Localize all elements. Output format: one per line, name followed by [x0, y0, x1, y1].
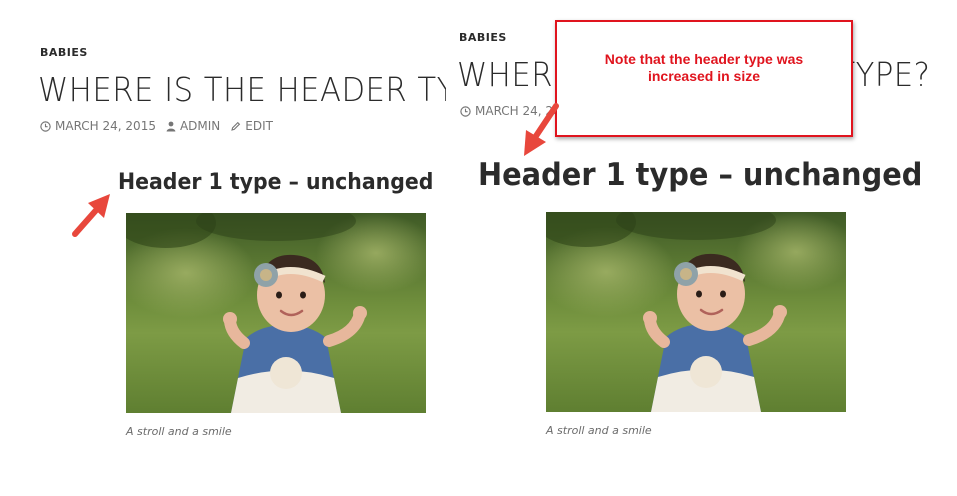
user-icon	[166, 121, 176, 131]
clock-icon	[40, 120, 51, 132]
original-post-panel: BABIES WHERE IS THE HEADER TY MARCH 24, …	[0, 0, 446, 496]
pencil-icon	[231, 121, 241, 131]
clock-icon	[460, 105, 471, 117]
arrow-icon	[72, 194, 110, 237]
edit-link-text: EDIT	[245, 119, 273, 133]
arrow-icon	[524, 103, 559, 156]
category-link[interactable]: BABIES	[459, 31, 507, 44]
header1-enlarged: Header 1 type – unchanged	[478, 157, 923, 193]
post-author-text: ADMIN	[179, 119, 221, 133]
callout-line-2: increased in size	[647, 67, 761, 84]
post-author[interactable]: ADMIN	[166, 119, 220, 133]
post-date-text: MARCH 24, 2015	[55, 119, 156, 133]
header1-unchanged: Header 1 type – unchanged	[118, 170, 434, 195]
edit-link[interactable]: EDIT	[230, 119, 273, 133]
category-link[interactable]: BABIES	[40, 46, 88, 59]
callout-line-1: Note that the header type was	[604, 50, 804, 67]
post-date[interactable]: MARCH 24, 2015	[40, 119, 156, 133]
baby-photo	[126, 213, 426, 413]
photo-caption: A stroll and a smile	[546, 424, 652, 437]
baby-photo	[546, 212, 846, 412]
photo-caption: A stroll and a smile	[126, 425, 232, 438]
post-meta: MARCH 24, 2015 ADMIN EDIT	[40, 119, 273, 133]
annotation-callout: Note that the header type was increased …	[555, 20, 853, 137]
post-title[interactable]: WHERE IS THE HEADER TY	[38, 70, 446, 109]
